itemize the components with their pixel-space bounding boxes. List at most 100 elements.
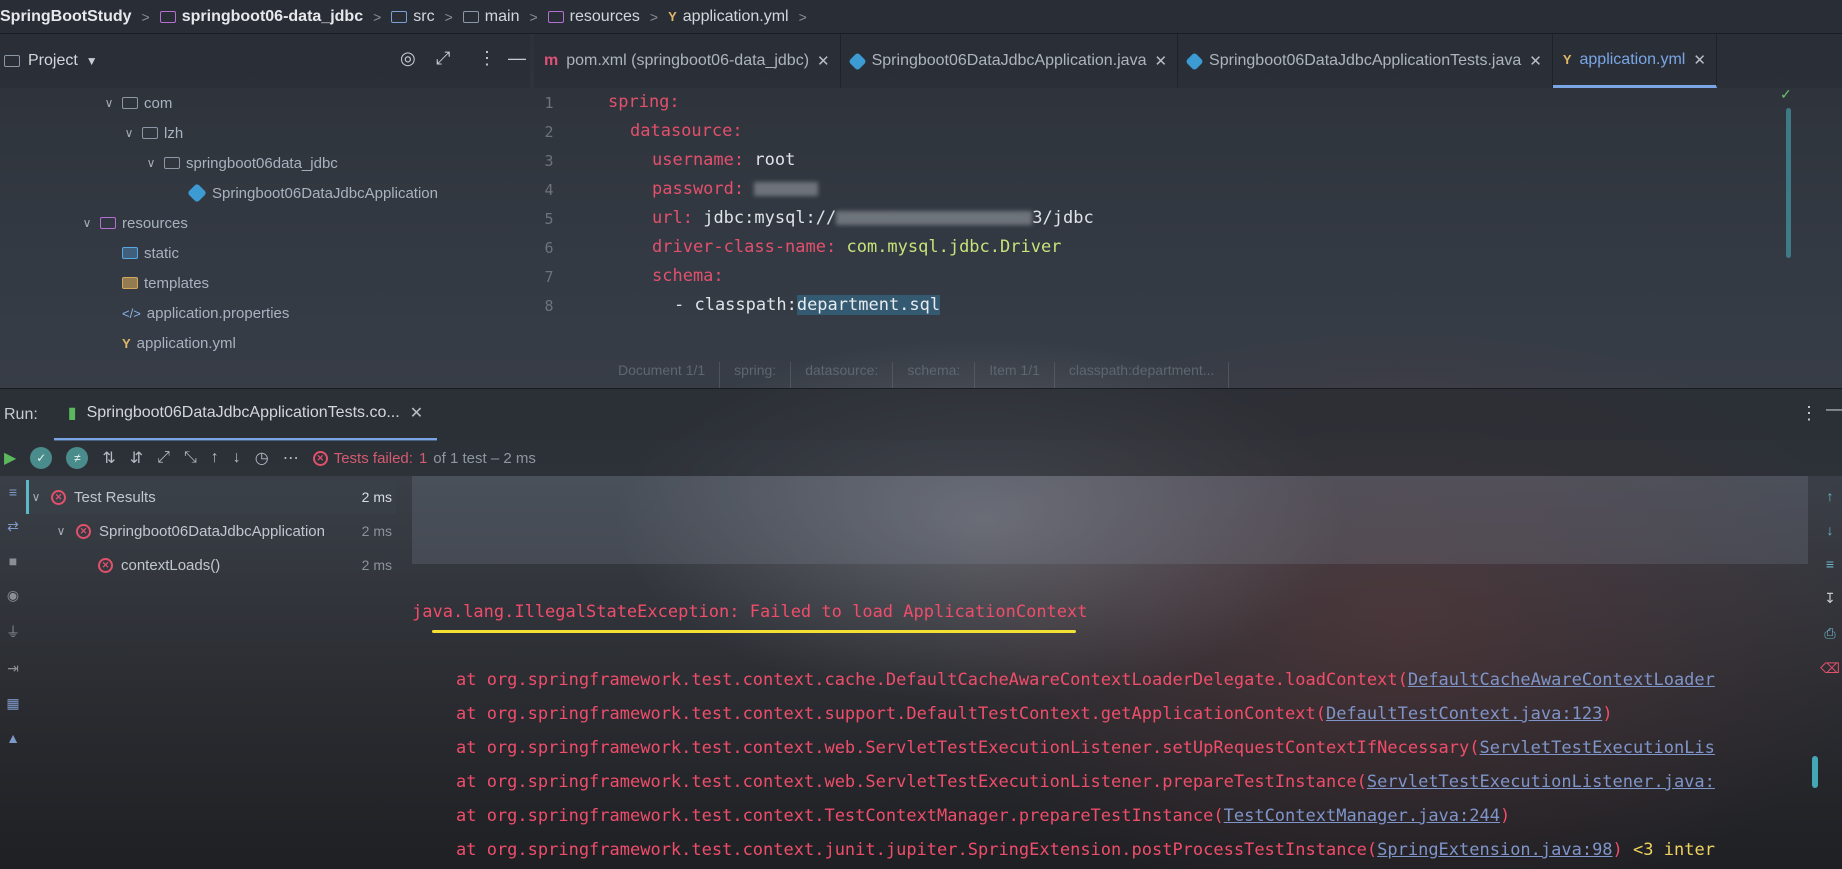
scroll-to-end-icon[interactable]: ↧ bbox=[1824, 590, 1836, 607]
chevron-down-icon[interactable]: ∨ bbox=[54, 524, 68, 538]
more-options-icon[interactable]: ⋮ bbox=[478, 48, 496, 69]
hide-panel-icon[interactable]: — bbox=[508, 48, 526, 69]
soft-wrap-icon[interactable]: ≡ bbox=[9, 484, 17, 500]
console-output[interactable]: java.lang.IllegalStateException: Failed … bbox=[396, 476, 1810, 869]
more-options-icon[interactable]: ⋮ bbox=[1800, 403, 1818, 424]
result-class[interactable]: ∨ ✕ Springboot06DataJdbcApplication 2 ms bbox=[26, 514, 396, 548]
next-failed-icon[interactable]: ↓ bbox=[233, 449, 241, 467]
clear-all-icon[interactable]: ⌫ bbox=[1820, 660, 1840, 677]
close-icon[interactable]: ✕ bbox=[410, 403, 423, 423]
sort-alphabetically-icon[interactable]: ⇅ bbox=[102, 448, 115, 468]
structure-crumb[interactable]: schema: bbox=[893, 362, 976, 388]
close-icon[interactable]: ✕ bbox=[1154, 52, 1167, 70]
stop-icon[interactable]: ■ bbox=[9, 553, 17, 569]
test-run-icon: ▮ bbox=[67, 405, 77, 422]
pin-icon[interactable]: ▲ bbox=[6, 730, 20, 746]
structure-crumb[interactable]: Item 1/1 bbox=[975, 362, 1055, 388]
tree-node-package[interactable]: ∨ springboot06data_jdbc bbox=[144, 148, 338, 178]
tab-pom-xml[interactable]: m pom.xml (springboot06-data_jdbc) ✕ bbox=[534, 34, 841, 88]
failed-icon: ✕ bbox=[312, 450, 328, 466]
templates-folder-icon bbox=[122, 277, 138, 289]
structure-crumb[interactable]: Document 1/1 bbox=[604, 362, 721, 388]
tree-node-application-yml[interactable]: Y application.yml bbox=[122, 328, 236, 358]
internal-lines-toggle[interactable]: <3 inter bbox=[1633, 840, 1715, 860]
chevron-down-icon[interactable]: ∨ bbox=[102, 96, 116, 110]
plug-icon[interactable]: ⏚ bbox=[6, 622, 20, 642]
locate-target-icon[interactable]: ◎ bbox=[400, 48, 416, 69]
close-icon[interactable]: ✕ bbox=[1529, 52, 1542, 70]
tree-node-templates[interactable]: templates bbox=[122, 268, 209, 298]
result-root[interactable]: ∨ ✕ Test Results 2 ms bbox=[26, 480, 396, 514]
test-history-icon[interactable]: ◷ bbox=[255, 448, 269, 468]
expand-all-icon[interactable]: ⤢ bbox=[157, 449, 170, 467]
run-tool-window-header: Run: ▮ Springboot06DataJdbcApplicationTe… bbox=[0, 388, 1842, 441]
resources-folder-icon bbox=[100, 217, 116, 229]
swap-icon[interactable]: ⇄ bbox=[7, 518, 19, 535]
breadcrumb-file[interactable]: Yapplication.yml bbox=[668, 8, 789, 26]
source-link[interactable]: DefaultCacheAwareContextLoader bbox=[1408, 670, 1715, 690]
soft-wrap-icon[interactable]: ≡ bbox=[1826, 556, 1834, 572]
project-tree: ∨ com ∨ lzh ∨ springboot06data_jdbc Spri… bbox=[0, 88, 530, 388]
project-view-selector[interactable]: Project bbox=[28, 52, 78, 70]
tree-node-com[interactable]: ∨ com bbox=[102, 88, 173, 118]
chevron-down-icon[interactable]: ∨ bbox=[29, 490, 43, 504]
layout-icon[interactable]: ▦ bbox=[6, 695, 19, 712]
tree-node-application-class[interactable]: Springboot06DataJdbcApplication bbox=[187, 178, 438, 208]
scroll-up-icon[interactable]: ↑ bbox=[1827, 488, 1834, 504]
source-link[interactable]: ServletTestExecutionLis bbox=[1480, 738, 1715, 758]
properties-file-icon: </> bbox=[122, 305, 141, 321]
collapse-all-icon[interactable]: ⤢ bbox=[436, 48, 450, 69]
folder-icon bbox=[462, 10, 479, 23]
spring-class-icon bbox=[847, 51, 867, 71]
breadcrumb-project[interactable]: SpringBootStudy bbox=[0, 8, 132, 26]
test-status: ✕ Tests failed: 1 of 1 test – 2 ms bbox=[312, 450, 536, 467]
tree-node-static[interactable]: static bbox=[122, 238, 179, 268]
editor-scrollbar[interactable] bbox=[1786, 108, 1791, 258]
breadcrumb-src[interactable]: src bbox=[391, 8, 435, 26]
breadcrumb-module[interactable]: springboot06-data_jdbc bbox=[159, 8, 363, 26]
close-icon[interactable]: ✕ bbox=[1693, 51, 1706, 69]
show-passed-icon[interactable]: ✓ bbox=[30, 447, 53, 469]
code-editor[interactable]: 1 2 3 4 5 6 7 8 spring: datasource: user… bbox=[534, 88, 1842, 388]
source-link[interactable]: TestContextManager.java:244 bbox=[1224, 806, 1500, 826]
rerun-icon[interactable]: ▶ bbox=[4, 448, 16, 468]
no-problems-check-icon: ✓ bbox=[1780, 86, 1792, 102]
source-link[interactable]: DefaultTestContext.java:123 bbox=[1326, 704, 1602, 724]
tab-application-java[interactable]: Springboot06DataJdbcApplication.java ✕ bbox=[841, 34, 1179, 88]
chevron-down-icon[interactable]: ∨ bbox=[144, 156, 158, 170]
structure-crumb[interactable]: datasource: bbox=[791, 362, 894, 388]
source-link[interactable]: SpringExtension.java:98 bbox=[1377, 840, 1612, 860]
structure-crumb[interactable]: spring: bbox=[720, 362, 792, 388]
tree-node-lzh[interactable]: ∨ lzh bbox=[122, 118, 184, 148]
close-icon[interactable]: ✕ bbox=[817, 52, 830, 70]
structure-crumb[interactable]: classpath:department... bbox=[1055, 362, 1230, 388]
more-actions-icon[interactable]: ⋯ bbox=[283, 448, 299, 468]
run-config-tab[interactable]: ▮ Springboot06DataJdbcApplicationTests.c… bbox=[53, 389, 438, 441]
result-method[interactable]: ✕ contextLoads() 2 ms bbox=[26, 548, 396, 582]
code-line-1: spring: bbox=[608, 92, 680, 112]
source-link[interactable]: ServletTestExecutionListener.java: bbox=[1367, 772, 1715, 792]
previous-failed-icon[interactable]: ↑ bbox=[211, 449, 219, 467]
tree-node-application-properties[interactable]: </> application.properties bbox=[122, 298, 289, 328]
print-icon[interactable]: ⎙ bbox=[1824, 625, 1835, 642]
code-line-6: driver-class-name: com.mysql.jdbc.Driver bbox=[652, 237, 1062, 257]
screenshot-icon[interactable]: ◉ bbox=[7, 587, 19, 604]
collapse-all-icon[interactable]: ⤡ bbox=[184, 449, 197, 467]
chevron-down-icon[interactable]: ▼ bbox=[86, 54, 98, 68]
spring-class-icon bbox=[1185, 51, 1204, 71]
show-ignored-icon[interactable]: ≠ bbox=[66, 447, 89, 469]
chevron-down-icon[interactable]: ∨ bbox=[80, 216, 94, 230]
tree-node-resources[interactable]: ∨ resources bbox=[80, 208, 188, 238]
breadcrumb-resources[interactable]: resources bbox=[547, 8, 640, 26]
scroll-down-icon[interactable]: ↓ bbox=[1827, 522, 1834, 538]
console-scrollbar[interactable] bbox=[1812, 756, 1818, 788]
chevron-down-icon[interactable]: ∨ bbox=[122, 126, 136, 140]
tab-application-tests-java[interactable]: Springboot06DataJdbcApplicationTests.jav… bbox=[1178, 34, 1553, 88]
tab-application-yml[interactable]: Y application.yml ✕ bbox=[1552, 34, 1717, 88]
sort-by-duration-icon[interactable]: ⇵ bbox=[130, 448, 143, 468]
line-number: 6 bbox=[544, 239, 554, 257]
breadcrumb-main[interactable]: main bbox=[462, 8, 519, 26]
stack-trace-line: at org.springframework.test.context.supp… bbox=[456, 704, 1613, 724]
exit-icon[interactable]: ⇥ bbox=[7, 660, 19, 677]
hide-panel-icon[interactable]: — bbox=[1826, 401, 1842, 419]
